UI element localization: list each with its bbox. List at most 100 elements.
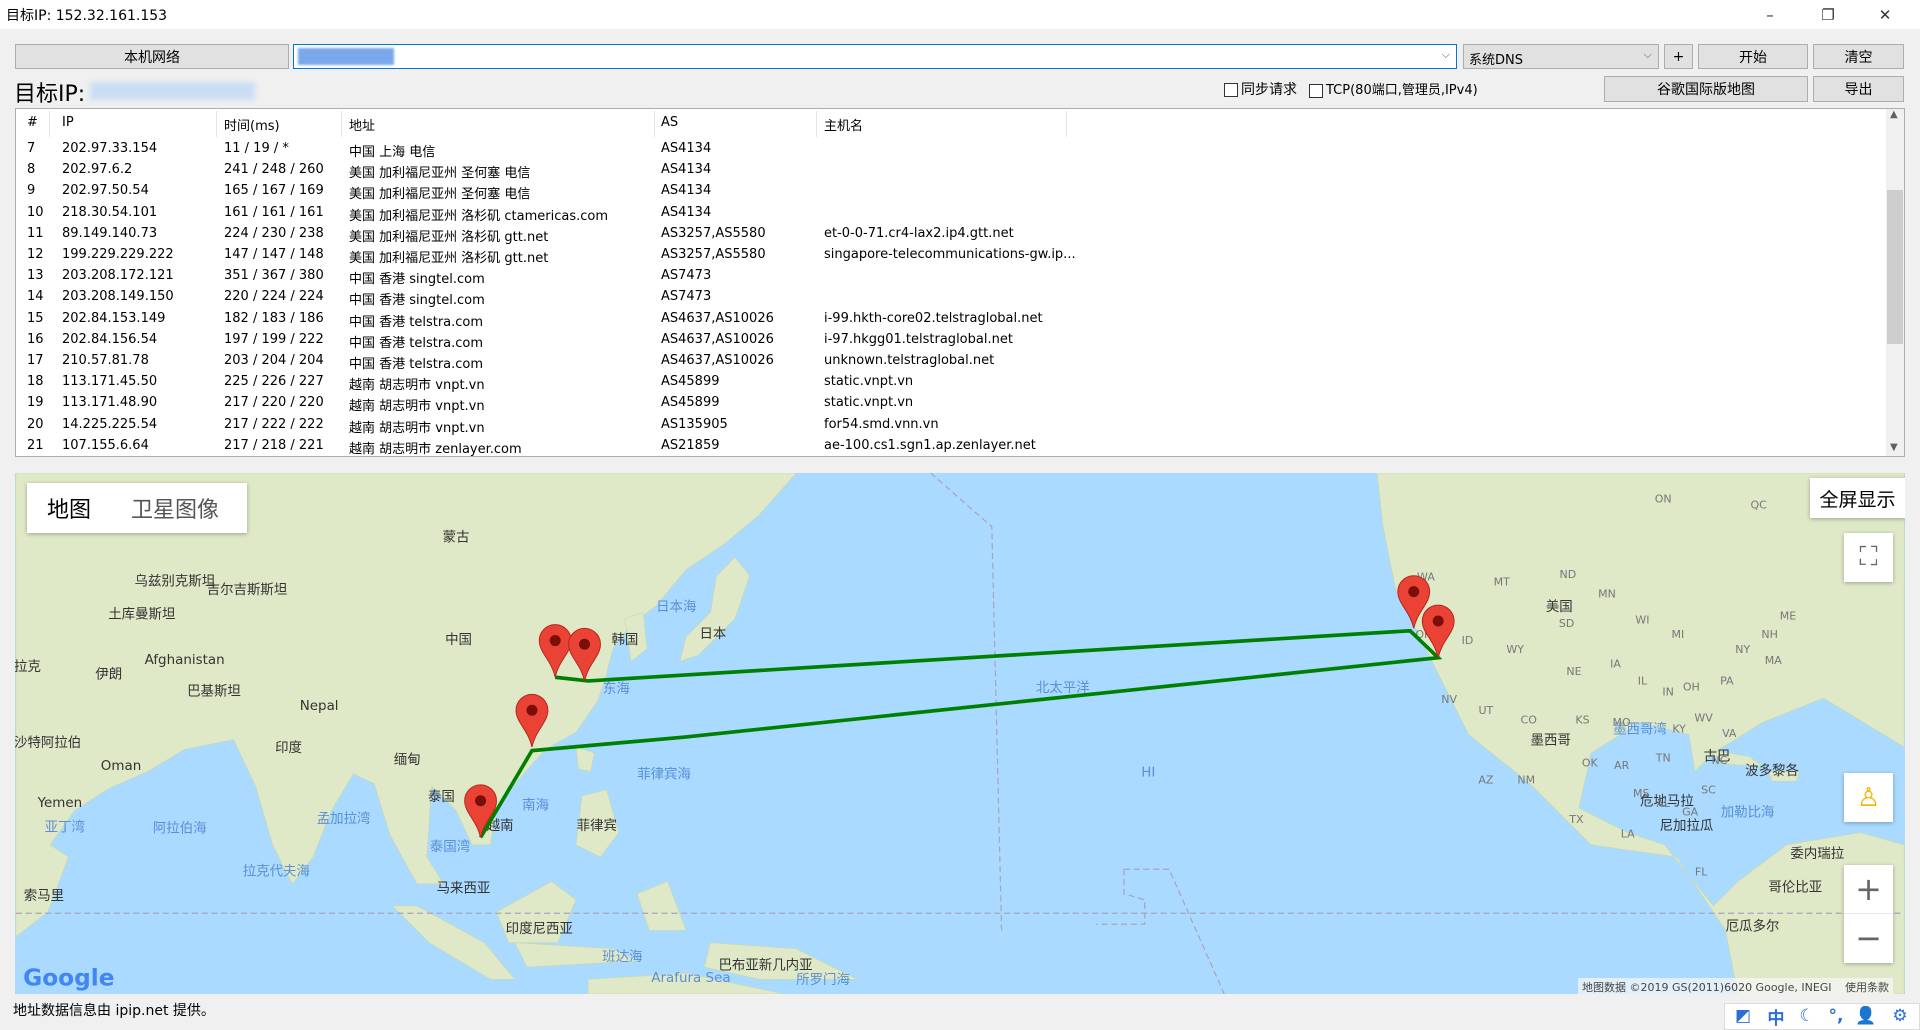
- map-label-state: AZ: [1478, 774, 1494, 787]
- window-title: 目标IP: 152.32.161.153: [6, 8, 168, 24]
- map-canvas[interactable]: 蒙古中国 韩国 日本日本海东海 乌兹别克斯坦吉尔吉斯斯坦土库曼斯坦 Afghanista…: [15, 473, 1905, 994]
- map-label-state: NV: [1441, 693, 1457, 706]
- user-icon[interactable]: 👤: [1853, 1005, 1879, 1027]
- map-label-puerto-rico: 波多黎各: [1745, 762, 1799, 779]
- table-row[interactable]: 14 203.208.149.150 220 / 224 / 224 中国 香港 si…: [16, 287, 1886, 308]
- table-row[interactable]: 21 107.155.6.64 217 / 218 / 221 越南 胡志明市 zen…: [16, 436, 1886, 457]
- terms-link[interactable]: 使用条款: [1845, 981, 1889, 994]
- punctuation-icon[interactable]: °,: [1823, 1005, 1849, 1027]
- table-row[interactable]: 12 199.229.229.222 147 / 147 / 148 美国 加利福尼亚…: [16, 245, 1886, 266]
- sync-request-checkbox[interactable]: 同步请求: [1224, 79, 1297, 99]
- table-row[interactable]: 13 203.208.172.121 351 / 367 / 380 中国 香港 si…: [16, 266, 1886, 287]
- map-label-gulf-of-aden: 亚丁湾: [45, 818, 85, 835]
- pegman-icon[interactable]: ♙: [1844, 773, 1893, 822]
- add-button[interactable]: +: [1664, 44, 1693, 69]
- map-label-china: 中国: [445, 632, 472, 648]
- close-button[interactable]: ✕: [1862, 0, 1908, 29]
- cell-as: AS4637,AS10026: [661, 331, 774, 347]
- table-row[interactable]: 8 202.97.6.2 241 / 248 / 260 美国 加利福尼亚州 圣何塞 …: [16, 160, 1886, 181]
- edit-icon[interactable]: ◩: [1730, 1005, 1756, 1027]
- checkbox[interactable]: [1309, 83, 1323, 98]
- table-row[interactable]: 7 202.97.33.154 11 / 19 / * 中国 上海 电信 AS4134: [16, 139, 1886, 160]
- table-row[interactable]: 19 113.171.48.90 217 / 220 / 220 越南 胡志明市 vn…: [16, 393, 1886, 414]
- map-label-yemen: Yemen: [37, 796, 83, 811]
- table-row[interactable]: 16 202.84.156.54 197 / 199 / 222 中国 香港 tels…: [16, 330, 1886, 351]
- dns-select[interactable]: 系统DNS ⌵: [1463, 44, 1659, 69]
- map-label-indonesia: 印度尼西亚: [506, 921, 573, 937]
- map-label-caribbean: 加勒比海: [1721, 805, 1775, 821]
- map-label-colombia: 哥伦比亚: [1768, 879, 1822, 895]
- fullscreen-icon[interactable]: ⛶: [1844, 533, 1893, 582]
- cell-ip: 218.30.54.101: [62, 204, 158, 220]
- cell-hostname: i-97.hkgg01.telstraglobal.net: [824, 331, 1013, 347]
- col-header-time[interactable]: 时间(ms): [224, 115, 280, 134]
- map-label-state: MA: [1765, 654, 1782, 667]
- chinese-input-icon[interactable]: 中: [1763, 1005, 1789, 1029]
- col-header-hostname[interactable]: 主机名: [824, 115, 863, 134]
- cell-hop-index: 19: [27, 395, 44, 411]
- checkbox[interactable]: [1224, 83, 1238, 97]
- target-input[interactable]: ⌵: [293, 44, 1457, 69]
- map-label-state: TX: [1568, 813, 1584, 826]
- scroll-up-icon[interactable]: ▲: [1890, 109, 1898, 120]
- map-label-korea: 韩国: [611, 632, 638, 648]
- dns-select-value: 系统DNS: [1469, 53, 1523, 68]
- tab-satellite[interactable]: 卫星图像: [131, 492, 219, 524]
- clear-button[interactable]: 清空: [1813, 44, 1904, 69]
- chevron-down-icon[interactable]: ⌵: [1442, 48, 1450, 62]
- gear-icon[interactable]: ⚙: [1887, 1005, 1913, 1027]
- map-label-state: ID: [1462, 634, 1474, 647]
- table-row[interactable]: 10 218.30.54.101 161 / 161 / 161 美国 加利福尼亚州 …: [16, 203, 1886, 224]
- col-header-index[interactable]: #: [27, 115, 38, 130]
- cell-as: AS4134: [661, 162, 712, 178]
- scrollbar-thumb[interactable]: [1887, 190, 1903, 344]
- map-label-state: TN: [1655, 752, 1671, 765]
- map-label-thailand: 泰国: [428, 789, 455, 805]
- table-row[interactable]: 18 113.171.45.50 225 / 226 / 227 越南 胡志明市 vn…: [16, 372, 1886, 393]
- map-view[interactable]: 蒙古 中国 韩国 日本 日本海 东海 乌兹别克斯坦 吉尔吉斯斯坦 土库曼斯坦 Afghanista…: [15, 473, 1905, 994]
- map-label-afghanistan: Afghanistan: [145, 653, 225, 668]
- local-network-button[interactable]: 本机网络: [15, 44, 289, 69]
- table-row[interactable]: 9 202.97.50.54 165 / 167 / 169 美国 加利福尼亚州 圣何…: [16, 181, 1886, 202]
- col-header-ip[interactable]: IP: [62, 115, 74, 130]
- fullscreen-display-button[interactable]: 全屏显示: [1810, 478, 1905, 518]
- target-ip-label: 目标IP:: [14, 82, 86, 107]
- map-label-state: UT: [1479, 704, 1494, 717]
- cell-hop-index: 7: [27, 141, 36, 156]
- table-row[interactable]: 17 210.57.81.78 203 / 204 / 204 中国 香港 telst…: [16, 351, 1886, 372]
- col-header-as[interactable]: AS: [661, 115, 678, 130]
- zoom-out-button[interactable]: −: [1844, 914, 1893, 962]
- cell-address: 越南 胡志明市 zenlayer.com: [349, 441, 522, 457]
- moon-icon[interactable]: ☾: [1794, 1005, 1820, 1027]
- col-header-address[interactable]: 地址: [349, 115, 375, 134]
- cell-as: AS4134: [661, 183, 712, 199]
- table-row[interactable]: 11 89.149.140.73 224 / 230 / 238 美国 加利福尼亚州 …: [16, 224, 1886, 245]
- cell-as: AS3257,AS5580: [661, 225, 766, 241]
- cell-ip: 203.208.149.150: [62, 289, 174, 305]
- table-row[interactable]: 15 202.84.153.149 182 / 183 / 186 中国 香港 tel…: [16, 309, 1886, 330]
- map-label-state: IN: [1662, 686, 1673, 699]
- map-label-state: QC: [1750, 498, 1767, 511]
- cell-as: AS135905: [661, 416, 728, 432]
- cell-time: 351 / 367 / 380: [224, 268, 324, 284]
- cell-time: 161 / 161 / 161: [224, 204, 324, 220]
- minimize-button[interactable]: –: [1747, 0, 1793, 29]
- cell-hop-index: 11: [27, 225, 44, 241]
- restore-button[interactable]: ❐: [1805, 0, 1851, 29]
- scroll-down-icon[interactable]: ▼: [1890, 442, 1898, 453]
- map-label-arabian-sea: 阿拉伯海: [153, 821, 207, 837]
- map-label-somalia: 索马里: [24, 888, 64, 904]
- export-button[interactable]: 导出: [1813, 76, 1904, 102]
- cell-ip: 202.97.6.2: [62, 162, 133, 178]
- map-label-state: OH: [1683, 681, 1700, 694]
- table-row[interactable]: 20 14.225.225.54 217 / 222 / 222 越南 胡志明市 vn…: [16, 415, 1886, 436]
- cell-hop-index: 21: [27, 437, 44, 453]
- cell-hop-index: 20: [27, 416, 44, 432]
- tab-map[interactable]: 地图: [47, 492, 91, 524]
- map-label-state: LA: [1621, 827, 1635, 840]
- zoom-in-button[interactable]: +: [1844, 865, 1893, 914]
- map-type-control: 地图 卫星图像: [27, 483, 247, 533]
- start-button[interactable]: 开始: [1698, 44, 1808, 69]
- google-map-button[interactable]: 谷歌国际版地图: [1604, 76, 1808, 102]
- tcp-checkbox[interactable]: TCP(80端口,管理员,IPv4): [1309, 79, 1478, 98]
